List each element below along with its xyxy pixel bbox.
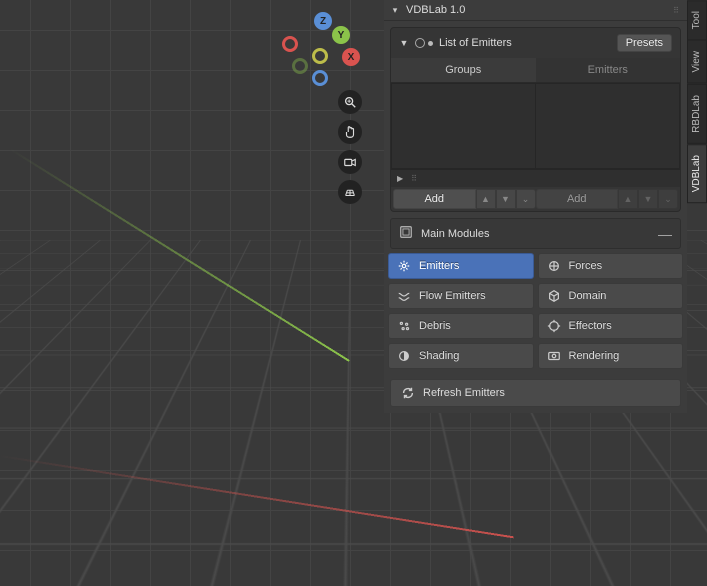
module-effectors[interactable]: Effectors: [538, 313, 684, 339]
gizmo-neg-x[interactable]: [282, 36, 298, 52]
main-modules-title: Main Modules: [421, 228, 650, 240]
emitters-icon: [397, 259, 411, 273]
pan-hand-icon[interactable]: [338, 120, 362, 144]
debris-icon: [397, 319, 411, 333]
side-tab-tool[interactable]: Tool: [687, 0, 707, 40]
tab-groups[interactable]: Groups: [391, 58, 536, 83]
module-forces[interactable]: Forces: [538, 253, 684, 279]
side-tab-view[interactable]: View: [687, 40, 707, 84]
dropdown-button-2[interactable]: ⌄: [658, 189, 678, 209]
chevron-down-icon: ▾: [390, 5, 400, 16]
refresh-label: Refresh Emitters: [423, 387, 505, 399]
module-label: Effectors: [569, 320, 612, 332]
module-shading[interactable]: Shading: [388, 343, 534, 369]
list-tabs: Groups Emitters: [391, 58, 680, 83]
move-up-button-2[interactable]: ▲: [618, 189, 638, 209]
module-rendering[interactable]: Rendering: [538, 343, 684, 369]
domain-icon: [547, 289, 561, 303]
list-of-emitters-panel: ▼ List of Emitters Presets Groups Emitte…: [390, 27, 681, 212]
viewport-tools: [338, 90, 362, 204]
add-group-button[interactable]: Add: [393, 189, 476, 209]
add-row: Add ▲ ▼ ⌄ Add ▲ ▼ ⌄: [391, 187, 680, 211]
module-label: Forces: [569, 260, 603, 272]
move-down-button-2[interactable]: ▼: [638, 189, 658, 209]
module-label: Emitters: [419, 260, 459, 272]
tab-emitters[interactable]: Emitters: [536, 58, 681, 83]
side-tab-rbdlab[interactable]: RBDLab: [687, 84, 707, 144]
gizmo-center: [312, 48, 328, 64]
module-label: Rendering: [569, 350, 620, 362]
panel-header[interactable]: ▾ VDBLab 1.0 ⠿: [384, 0, 687, 21]
rendering-icon: [547, 349, 561, 363]
shading-icon: [397, 349, 411, 363]
groups-list[interactable]: [391, 83, 536, 169]
collapse-icon[interactable]: —: [658, 229, 672, 239]
gizmo-neg-z[interactable]: [312, 70, 328, 86]
camera-icon[interactable]: [338, 150, 362, 174]
emitters-list[interactable]: [536, 83, 680, 169]
drag-handle-icon[interactable]: ⠿: [673, 6, 681, 15]
module-emitters[interactable]: Emitters: [388, 253, 534, 279]
gizmo-neg-y[interactable]: [292, 58, 308, 74]
flow-icon: [397, 289, 411, 303]
module-flow-emitters[interactable]: Flow Emitters: [388, 283, 534, 309]
module-label: Debris: [419, 320, 451, 332]
perspective-grid-icon[interactable]: [338, 180, 362, 204]
refresh-row: Refresh Emitters: [384, 373, 687, 413]
list-title: List of Emitters: [439, 37, 611, 49]
modules-icon: [399, 225, 413, 242]
orientation-gizmo[interactable]: Z Y X: [290, 16, 360, 86]
list-footer: ▶ ⠿: [391, 169, 680, 187]
drag-dots-icon[interactable]: ⠿: [411, 174, 419, 183]
module-debris[interactable]: Debris: [388, 313, 534, 339]
side-tab-vdblab[interactable]: VDBLab: [687, 144, 707, 203]
zoom-icon[interactable]: [338, 90, 362, 114]
move-down-button[interactable]: ▼: [496, 189, 516, 209]
list-area: [391, 83, 680, 169]
chevron-down-icon[interactable]: ▼: [399, 38, 409, 48]
gizmo-z[interactable]: Z: [314, 12, 332, 30]
gizmo-y[interactable]: Y: [332, 26, 350, 44]
move-up-button[interactable]: ▲: [476, 189, 496, 209]
refresh-icon: [401, 386, 415, 400]
modules-grid: Emitters Forces Flow Emitters Domain Deb…: [384, 249, 687, 373]
add-emitter-button[interactable]: Add: [536, 189, 619, 209]
dropdown-button[interactable]: ⌄: [516, 189, 536, 209]
effectors-icon: [547, 319, 561, 333]
module-label: Domain: [569, 290, 607, 302]
particles-icon: [415, 38, 433, 48]
module-label: Shading: [419, 350, 459, 362]
module-domain[interactable]: Domain: [538, 283, 684, 309]
play-icon[interactable]: ▶: [397, 174, 403, 183]
list-header: ▼ List of Emitters Presets: [391, 28, 680, 58]
main-modules-header[interactable]: Main Modules —: [390, 218, 681, 249]
presets-button[interactable]: Presets: [617, 34, 672, 52]
module-label: Flow Emitters: [419, 290, 486, 302]
side-tab-strip: Tool View RBDLab VDBLab: [687, 0, 707, 203]
refresh-emitters-button[interactable]: Refresh Emitters: [390, 379, 681, 407]
forces-icon: [547, 259, 561, 273]
vdblab-panel: ▾ VDBLab 1.0 ⠿ ▼ List of Emitters Preset…: [384, 0, 687, 413]
gizmo-x[interactable]: X: [342, 48, 360, 66]
panel-title: VDBLab 1.0: [406, 4, 667, 16]
